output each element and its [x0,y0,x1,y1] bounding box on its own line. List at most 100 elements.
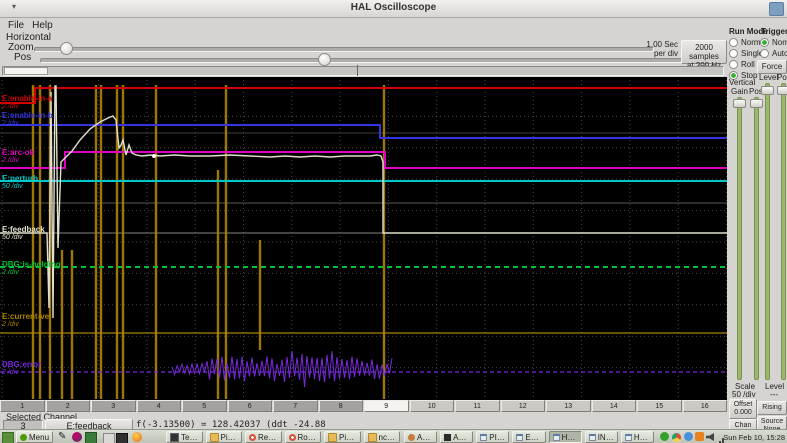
taskbar-window-label: Reply- ... [258,432,278,442]
radio-dot [729,49,738,58]
taskbar-window-label: Pictures [220,432,239,442]
channel-scale: 2 /div [2,269,19,276]
volume-icon[interactable] [706,433,714,441]
taskbar-window-terminal[interactable]: Terminal [166,431,203,443]
channel-tab-15[interactable]: 15 [637,400,682,412]
channel-scale: 2 /div [2,120,19,127]
vertical-label: Vertical [729,78,756,87]
vertical-gain-slider-handle[interactable] [733,99,746,108]
window-close-button[interactable] [769,2,784,16]
taskbar-window-hal-osc-[interactable]: HAL Osc... [548,431,582,443]
samples-button[interactable]: 2000 samples at 200 Hz [681,40,727,70]
overview-scrollbar[interactable] [2,65,724,76]
taskbar-window-label: HAL Osc... [561,432,578,442]
taskbar-window-label: HAL Co... [633,432,650,442]
launcher-icon-4[interactable] [116,433,128,443]
channel-tab-1[interactable]: 1 [0,400,45,412]
pos-slider-label: Pos [14,52,32,63]
menu-icon [20,433,27,441]
taskbar-window-pictures[interactable]: Pictures [324,431,361,443]
workspace-switcher[interactable] [2,432,14,443]
taskbar-window-group-2: A120 80... A120 80... PID TUNE Experim... HA… [404,431,654,443]
taskbar-window-pid-tune[interactable]: PID TUNE [476,431,510,443]
channel-tab-10[interactable]: 10 [409,400,454,412]
offset-button[interactable]: Offset 0.000 [729,399,757,419]
edge-button[interactable]: Rising [757,401,787,415]
trigger-option-auto[interactable]: Auto [760,48,787,59]
channel-tab-11[interactable]: 11 [455,400,500,412]
tray-app-icon-orange[interactable] [695,432,704,441]
force-trigger-button[interactable]: Force [757,60,787,74]
source-label: Source [760,418,784,425]
vertical-gain-slider[interactable] [737,97,742,380]
launcher-icon-3[interactable] [103,433,115,443]
vertical-pos-slider-handle[interactable] [750,99,763,108]
menu-help[interactable]: Help [28,20,57,31]
taskbar-window-nc-files[interactable]: nc_files [363,431,400,443]
taskbar-window-reply-[interactable]: Reply- ... [245,431,282,443]
channel-tab-2[interactable]: 2 [45,400,90,412]
vertical-pos-slider[interactable] [754,97,759,380]
channel-name: E:current-vel [2,312,52,321]
offset-label: Offset [733,401,753,408]
trigger-option-normal[interactable]: Normal [760,37,787,48]
titlebar: ▾ HAL Oscilloscope [0,0,787,18]
window-icon [480,433,488,441]
screenshot-tool-icon[interactable]: ✎ [58,431,66,442]
level-value: --- [770,390,778,399]
channel-tab-8[interactable]: 8 [318,400,363,412]
channel-tab-6[interactable]: 6 [227,400,272,412]
window-icon [588,433,596,441]
trigger-level-slider[interactable] [765,83,770,380]
tray-browser-icon[interactable] [671,432,682,443]
taskbar-window-pictures[interactable]: Pictures [205,431,242,443]
channel-tab-3[interactable]: 3 [91,400,136,412]
browser-launcher-icon[interactable] [132,432,142,442]
trigger-position-marker [357,65,358,76]
taskbar-window-a120-80-[interactable]: A120 80... [440,431,474,443]
channel-name: E:feedback [2,225,45,234]
channel-tab-7[interactable]: 7 [273,400,318,412]
channel-tab-5[interactable]: 5 [182,400,227,412]
channel-tab-4[interactable]: 4 [136,400,181,412]
trigger-level-slider-handle[interactable] [761,86,774,95]
scope-display[interactable]: E:enable-in-a 2 /div E:enable-in-b 2 /div E:… [0,77,727,400]
desktop: ▾ HAL Oscilloscope File Help Horizontal … [0,0,787,443]
taskbar-window-a120-80-[interactable]: A120 80... [404,431,438,443]
scale-value: 50 /div [732,390,756,399]
channel-tab-9[interactable]: 9 [364,400,409,412]
launcher-icon-1[interactable] [72,432,82,442]
zoom-slider[interactable] [34,47,654,52]
folder-icon [328,432,337,442]
channel-name: E:enable-in-a [2,94,53,103]
trigger-radios: Normal Auto [760,37,787,59]
vertical-gain-label: Gain [731,87,748,96]
channel-tab-13[interactable]: 13 [546,400,591,412]
overview-scrollbar-thumb[interactable] [4,67,48,75]
pos-slider-handle[interactable] [318,53,331,66]
trigger-pos-slider[interactable] [781,83,786,380]
tray-app-icon-green[interactable] [660,432,669,441]
channel-label-1: E:enable-in-a 2 /div [2,95,52,111]
timebase-value: 1.00 Sec [646,40,678,49]
taskbar-window-experim-[interactable]: Experim... [512,431,546,443]
radio-label: Roll [741,60,755,69]
trigger-pos-slider-handle[interactable] [777,86,787,95]
menu-file[interactable]: File [4,20,28,31]
channel-tab-16[interactable]: 16 [682,400,727,412]
tray-app-icon-blue[interactable] [684,432,693,441]
taskbar-window-rods-s-[interactable]: Rods "S... [284,431,321,443]
taskbar-window-label: Rods "S... [297,432,318,442]
launcher-icon-2[interactable] [85,432,97,443]
menu-button[interactable]: Menu [16,431,54,443]
channel-label-4: E:perturb 50 /div [2,175,38,191]
browser-icon [288,433,296,441]
taskbar-window-hal-co-[interactable]: HAL Co... [620,431,654,443]
pos-slider[interactable] [40,58,690,63]
channel-tab-12[interactable]: 12 [500,400,545,412]
radio-dot [760,49,769,58]
taskbar-window-ini-a-v[interactable]: INI A/V [584,431,618,443]
clock[interactable]: Sun Feb 10, 15:28 [723,433,785,442]
zoom-slider-handle[interactable] [60,42,73,55]
channel-tab-14[interactable]: 14 [591,400,636,412]
